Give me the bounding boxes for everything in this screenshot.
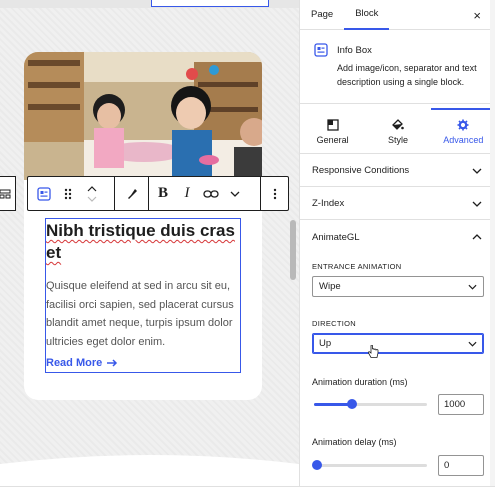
block-card: Info Box Add image/icon, separator and t… bbox=[300, 31, 495, 104]
entrance-animation-label: ENTRANCE ANIMATION bbox=[312, 262, 402, 271]
tab-page[interactable]: Page bbox=[300, 0, 344, 30]
panel-animategl[interactable]: AnimateGL bbox=[300, 221, 495, 253]
options-group bbox=[261, 177, 288, 210]
move-up-icon[interactable] bbox=[87, 185, 97, 192]
style-icon bbox=[392, 119, 405, 130]
highlight-group bbox=[115, 177, 149, 210]
info-box-description[interactable]: Quisque eleifend at sed in arcu sit eu, … bbox=[46, 277, 242, 351]
panel-responsive-conditions[interactable]: Responsive Conditions bbox=[300, 155, 495, 187]
info-box-title[interactable]: Nibh tristique duis cras et bbox=[46, 219, 240, 264]
arrow-right-icon bbox=[107, 359, 118, 367]
panel-animategl-title: AnimateGL bbox=[312, 231, 360, 243]
read-more-label: Read More bbox=[46, 357, 103, 369]
block-name: Info Box bbox=[337, 45, 372, 56]
entrance-animation-value: Wipe bbox=[319, 281, 341, 292]
link-icon bbox=[203, 189, 219, 198]
tab-block[interactable]: Block bbox=[344, 0, 390, 30]
parent-block-button[interactable] bbox=[0, 176, 16, 211]
animation-duration-thumb[interactable] bbox=[347, 399, 358, 409]
animation-duration-slider[interactable] bbox=[314, 399, 427, 409]
info-box-block-icon bbox=[314, 43, 328, 57]
italic-button[interactable]: I bbox=[175, 177, 199, 210]
chevron-down-icon bbox=[468, 284, 477, 290]
sidebar-header: Page Block × bbox=[300, 0, 495, 30]
panel-z-index[interactable]: Z-Index bbox=[300, 188, 495, 220]
move-down-icon[interactable] bbox=[87, 196, 97, 202]
chevron-down-icon bbox=[472, 201, 482, 207]
settings-tabs: General Style Advanced bbox=[300, 108, 495, 154]
block-mover-group bbox=[28, 177, 115, 210]
entrance-animation-select[interactable]: Wipe bbox=[312, 276, 484, 297]
panel-responsive-conditions-title: Responsive Conditions bbox=[312, 165, 410, 176]
general-icon bbox=[327, 118, 339, 131]
chevron-down-icon bbox=[468, 341, 477, 347]
more-formats-button[interactable] bbox=[223, 177, 247, 210]
block-type-icon bbox=[37, 186, 51, 201]
bold-button[interactable]: B bbox=[151, 177, 175, 210]
direction-label: DIRECTION bbox=[312, 319, 356, 328]
tab-general[interactable]: General bbox=[300, 108, 365, 153]
more-options-icon bbox=[273, 188, 276, 199]
animation-duration-label: Animation duration (ms) bbox=[312, 377, 408, 387]
highlighter-button[interactable] bbox=[120, 177, 144, 210]
format-group: B I bbox=[149, 177, 261, 210]
animation-delay-slider[interactable] bbox=[312, 460, 427, 470]
panel-z-index-title: Z-Index bbox=[312, 198, 345, 209]
tab-style-label: Style bbox=[387, 135, 408, 145]
block-description: Add image/icon, separator and text descr… bbox=[337, 63, 477, 87]
chevron-up-icon bbox=[472, 234, 482, 240]
hand-cursor-icon bbox=[367, 345, 379, 358]
direction-select[interactable]: Up bbox=[312, 333, 484, 354]
animation-delay-thumb[interactable] bbox=[312, 460, 322, 470]
chevron-down-icon bbox=[472, 168, 482, 174]
block-type-button[interactable] bbox=[32, 177, 56, 210]
more-options-button[interactable] bbox=[263, 177, 287, 210]
info-box-content[interactable]: Nibh tristique duis cras et Quisque elei… bbox=[45, 218, 241, 373]
close-sidebar-button[interactable]: × bbox=[473, 8, 481, 23]
canvas-scrollbar-thumb[interactable] bbox=[290, 220, 296, 280]
chevron-down-icon bbox=[230, 191, 240, 197]
highlighter-icon bbox=[127, 188, 137, 199]
animation-delay-input[interactable]: 0 bbox=[438, 455, 484, 476]
sidebar-scrollbar[interactable] bbox=[490, 0, 495, 500]
tab-style[interactable]: Style bbox=[365, 108, 430, 153]
tab-advanced-label: Advanced bbox=[443, 134, 484, 145]
tab-advanced[interactable]: Advanced bbox=[430, 108, 495, 153]
settings-sidebar: Page Block × Info Box Add image/icon, se… bbox=[299, 0, 495, 500]
gear-icon bbox=[457, 119, 469, 130]
animation-delay-label: Animation delay (ms) bbox=[312, 437, 397, 447]
move-buttons bbox=[80, 177, 104, 210]
animation-duration-input[interactable]: 1000 bbox=[438, 394, 484, 415]
direction-value: Up bbox=[319, 338, 332, 349]
tab-general-label: General bbox=[316, 134, 349, 145]
drag-handle-icon bbox=[64, 188, 72, 199]
selected-block-outline-top[interactable] bbox=[151, 0, 269, 7]
info-box-title-line-2[interactable]: et bbox=[46, 243, 61, 262]
drag-handle[interactable] bbox=[56, 177, 80, 210]
info-box-title-line-1[interactable]: Nibh tristique duis cras bbox=[46, 220, 240, 242]
read-more-link[interactable]: Read More bbox=[46, 357, 118, 369]
info-box-image[interactable] bbox=[24, 52, 262, 180]
link-button[interactable] bbox=[199, 177, 223, 210]
columns-icon bbox=[0, 189, 11, 198]
block-toolbar: B I bbox=[27, 176, 289, 211]
editor-footer bbox=[0, 486, 495, 500]
